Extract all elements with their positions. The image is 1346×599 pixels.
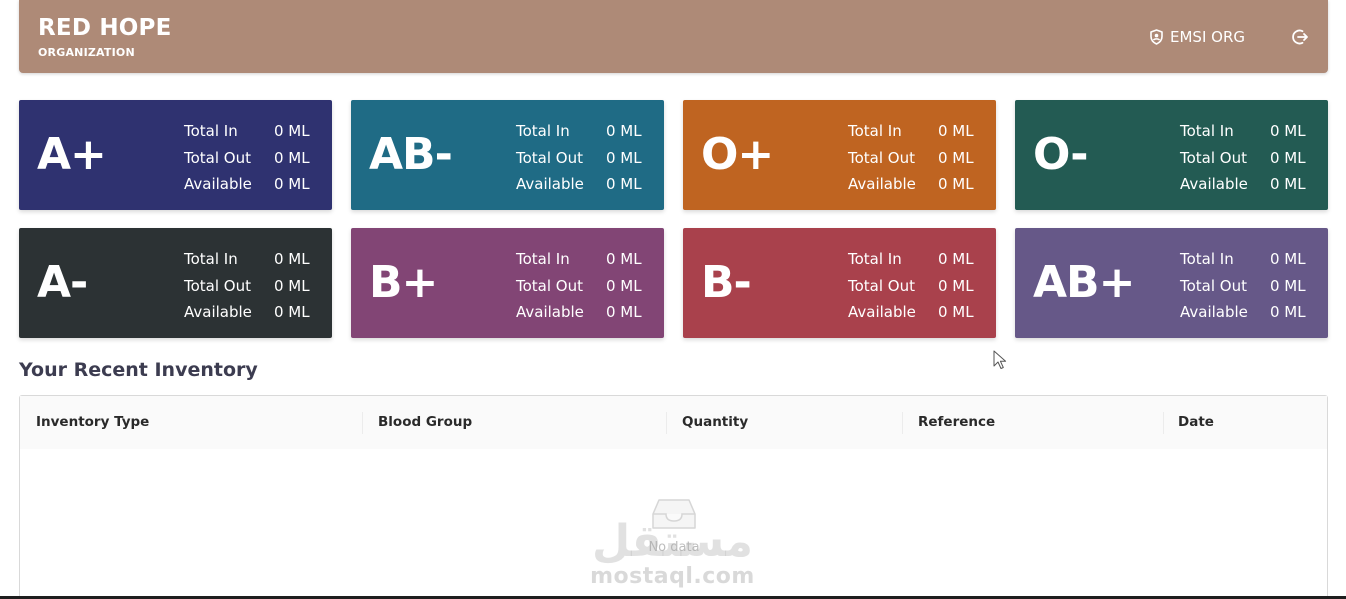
recent-inventory-table: Inventory Type Blood Group Quantity Refe… [19, 395, 1328, 599]
shield-user-icon [1150, 29, 1163, 45]
stat-value: 0 ML [938, 303, 974, 322]
blood-stats: Total In 0 ML Total Out 0 ML Available 0 ML [516, 246, 656, 326]
blood-card-a-positive[interactable]: A+ Total In 0 ML Total Out 0 ML Available 0… [19, 100, 332, 210]
blood-card-b-negative[interactable]: B- Total In 0 ML Total Out 0 ML Available 0… [683, 228, 996, 338]
stat-value: 0 ML [938, 250, 974, 269]
stat-value: 0 ML [938, 175, 974, 194]
brand-name: RED HOPE [38, 15, 172, 41]
blood-card-o-negative[interactable]: O- Total In 0 ML Total Out 0 ML Available 0… [1015, 100, 1328, 210]
stat-value: 0 ML [606, 276, 642, 295]
stat-label: Total In [848, 250, 902, 269]
stat-value: 0 ML [606, 148, 642, 167]
blood-card-ab-positive[interactable]: AB+ Total In 0 ML Total Out 0 ML Available… [1015, 228, 1328, 338]
column-header-blood-group[interactable]: Blood Group [378, 396, 472, 449]
stat-label: Total Out [516, 276, 583, 295]
column-divider [362, 412, 363, 434]
stat-label: Available [516, 303, 584, 322]
stat-label: Available [516, 175, 584, 194]
brand-subtitle: ORGANIZATION [38, 46, 135, 59]
blood-group-label: B+ [369, 257, 438, 308]
column-header-inventory-type[interactable]: Inventory Type [36, 396, 149, 449]
stat-value: 0 ML [606, 250, 642, 269]
stat-label: Total Out [184, 148, 251, 167]
stat-label: Available [848, 303, 916, 322]
blood-group-label: AB+ [1033, 257, 1135, 308]
brand[interactable]: RED HOPE ORGANIZATION [38, 14, 172, 60]
blood-stats: Total In 0 ML Total Out 0 ML Available 0 ML [1180, 118, 1320, 198]
column-divider [1163, 412, 1164, 434]
stat-label: Total In [1180, 250, 1234, 269]
blood-group-label: A+ [37, 129, 107, 180]
blood-stats: Total In 0 ML Total Out 0 ML Available 0 ML [184, 118, 324, 198]
stat-value: 0 ML [1270, 148, 1306, 167]
blood-stats: Total In 0 ML Total Out 0 ML Available 0 ML [184, 246, 324, 326]
stat-label: Total In [184, 250, 238, 269]
stat-label: Total In [1180, 122, 1234, 141]
recent-inventory-title: Your Recent Inventory [19, 359, 258, 381]
blood-group-label: A- [37, 257, 88, 308]
stat-label: Total Out [1180, 148, 1247, 167]
stat-value: 0 ML [274, 303, 310, 322]
inbox-icon [652, 499, 696, 529]
stat-value: 0 ML [938, 276, 974, 295]
stat-label: Available [1180, 303, 1248, 322]
stat-label: Available [184, 175, 252, 194]
stat-label: Available [184, 303, 252, 322]
blood-card-ab-negative[interactable]: AB- Total In 0 ML Total Out 0 ML Available… [351, 100, 664, 210]
logout-icon[interactable] [1291, 28, 1309, 46]
blood-group-label: O+ [701, 129, 774, 180]
column-header-quantity[interactable]: Quantity [682, 396, 748, 449]
stat-label: Total In [848, 122, 902, 141]
org-profile-link[interactable]: EMSI ORG [1149, 27, 1245, 47]
stat-value: 0 ML [1270, 122, 1306, 141]
empty-state-text: No data [648, 540, 700, 555]
stat-value: 0 ML [606, 122, 642, 141]
stat-label: Total In [516, 250, 570, 269]
blood-card-a-negative[interactable]: A- Total In 0 ML Total Out 0 ML Available 0… [19, 228, 332, 338]
blood-group-label: B- [701, 257, 752, 308]
stat-value: 0 ML [606, 303, 642, 322]
stat-value: 0 ML [1270, 303, 1306, 322]
stat-label: Total Out [848, 276, 915, 295]
stat-value: 0 ML [1270, 175, 1306, 194]
stat-label: Total In [184, 122, 238, 141]
blood-card-o-positive[interactable]: O+ Total In 0 ML Total Out 0 ML Available 0… [683, 100, 996, 210]
stat-value: 0 ML [274, 148, 310, 167]
stat-label: Available [1180, 175, 1248, 194]
stat-value: 0 ML [938, 148, 974, 167]
stat-label: Available [848, 175, 916, 194]
column-divider [902, 412, 903, 434]
stat-label: Total Out [516, 148, 583, 167]
column-header-date[interactable]: Date [1178, 396, 1214, 449]
stat-value: 0 ML [606, 175, 642, 194]
app-header: RED HOPE ORGANIZATION EMSI ORG [19, 0, 1328, 73]
stat-value: 0 ML [274, 122, 310, 141]
column-header-reference[interactable]: Reference [918, 396, 995, 449]
blood-group-label: O- [1033, 129, 1088, 180]
org-name: EMSI ORG [1170, 28, 1245, 46]
stat-value: 0 ML [274, 250, 310, 269]
table-header: Inventory Type Blood Group Quantity Refe… [20, 396, 1327, 449]
stat-label: Total Out [184, 276, 251, 295]
stat-label: Total Out [848, 148, 915, 167]
blood-card-b-positive[interactable]: B+ Total In 0 ML Total Out 0 ML Available 0… [351, 228, 664, 338]
column-divider [666, 412, 667, 434]
stat-value: 0 ML [1270, 276, 1306, 295]
stat-value: 0 ML [938, 122, 974, 141]
blood-stats: Total In 0 ML Total Out 0 ML Available 0 ML [516, 118, 656, 198]
blood-stats: Total In 0 ML Total Out 0 ML Available 0 ML [848, 118, 988, 198]
stat-value: 0 ML [274, 175, 310, 194]
stat-value: 0 ML [274, 276, 310, 295]
blood-stats: Total In 0 ML Total Out 0 ML Available 0 ML [1180, 246, 1320, 326]
mouse-cursor-icon [993, 350, 1007, 369]
stat-label: Total Out [1180, 276, 1247, 295]
stat-value: 0 ML [1270, 250, 1306, 269]
stat-label: Total In [516, 122, 570, 141]
blood-stats: Total In 0 ML Total Out 0 ML Available 0 ML [848, 246, 988, 326]
empty-state: No data [618, 496, 730, 555]
blood-group-label: AB- [369, 129, 453, 180]
